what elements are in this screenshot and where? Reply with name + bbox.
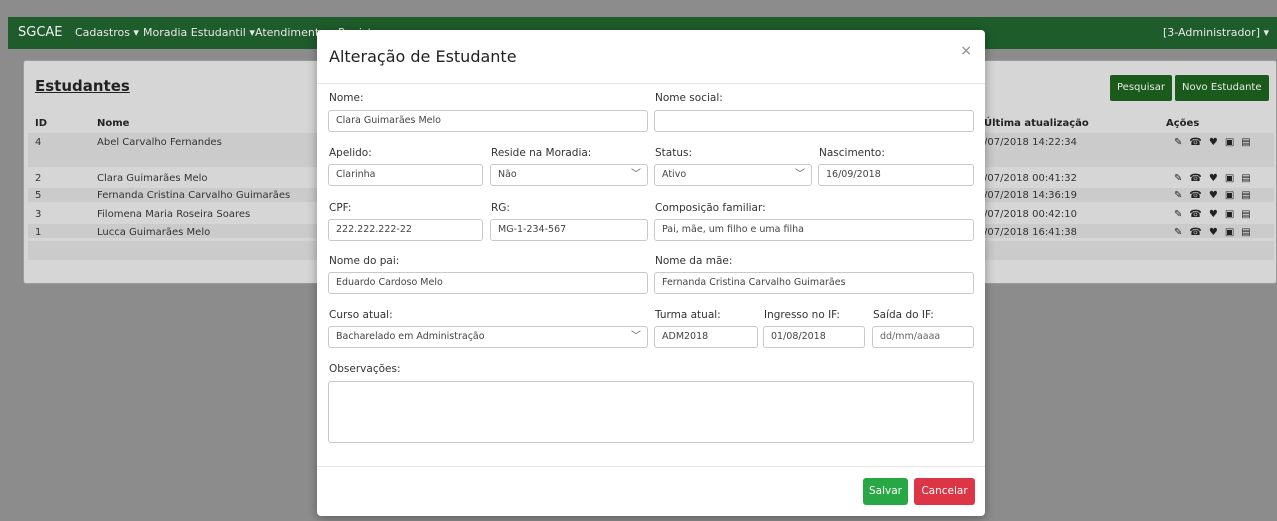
rg-field[interactable]: MG-1-234-567 [490, 219, 648, 241]
label-status: Status: [655, 147, 692, 159]
composicao-familiar-field[interactable]: Pai, mãe, um filho e uma filha [654, 219, 974, 241]
row-id: 4 [35, 137, 42, 148]
nome-social-field[interactable] [654, 110, 974, 132]
row-updated: /07/2018 16:41:38 [984, 227, 1078, 238]
heart-icon[interactable]: ♥ [1209, 227, 1225, 238]
label-curso-atual: Curso atual: [329, 309, 393, 321]
heart-icon[interactable]: ♥ [1209, 137, 1225, 148]
phone-icon[interactable]: ☎ [1189, 173, 1208, 184]
reside-moradia-select[interactable]: Não ﹀ [490, 164, 648, 186]
row-actions[interactable]: ✎☎♥▣▤ [1174, 190, 1258, 201]
edit-icon[interactable]: ✎ [1174, 190, 1189, 201]
modal-footer [317, 466, 985, 467]
cpf-field[interactable]: 222.222.222-22 [328, 219, 483, 241]
row-updated: /07/2018 00:42:10 [984, 209, 1078, 220]
row-id: 2 [35, 173, 42, 184]
saida-if-field[interactable]: dd/mm/aaaa [872, 326, 974, 348]
row-name: Lucca Guimarães Melo [97, 227, 211, 238]
user-menu[interactable]: [3-Administrador] ▾ [1163, 26, 1269, 39]
label-nome: Nome: [329, 92, 364, 104]
heart-icon[interactable]: ♥ [1209, 173, 1225, 184]
modal-header: Alteração de Estudante × [317, 30, 985, 84]
label-composicao-familiar: Composição familiar: [655, 202, 766, 214]
row-id: 3 [35, 209, 42, 220]
document-icon[interactable]: ▣ [1225, 190, 1241, 201]
label-nascimento: Nascimento: [819, 147, 885, 159]
heart-icon[interactable]: ♥ [1209, 209, 1225, 220]
observacoes-textarea[interactable] [328, 381, 974, 443]
id-card-icon[interactable]: ▤ [1241, 190, 1257, 201]
label-turma-atual: Turma atual: [655, 309, 721, 321]
id-card-icon[interactable]: ▤ [1241, 209, 1257, 220]
chevron-down-icon: ﹀ [631, 169, 641, 180]
document-icon[interactable]: ▣ [1225, 173, 1241, 184]
edit-icon[interactable]: ✎ [1174, 227, 1189, 238]
label-observacoes: Observações: [329, 363, 401, 375]
nome-pai-field[interactable]: Eduardo Cardoso Melo [328, 272, 648, 294]
column-header-id[interactable]: ID [35, 118, 47, 129]
id-card-icon[interactable]: ▤ [1241, 137, 1257, 148]
app-brand[interactable]: SGCAE [18, 25, 63, 40]
row-id: 5 [35, 190, 42, 201]
row-name: Filomena Maria Roseira Soares [97, 209, 251, 220]
row-actions[interactable]: ✎☎♥▣▤ [1174, 227, 1258, 238]
edit-icon[interactable]: ✎ [1174, 173, 1189, 184]
document-icon[interactable]: ▣ [1225, 137, 1241, 148]
label-saida-if: Saída do IF: [873, 309, 934, 321]
nascimento-field[interactable]: 16/09/2018 [818, 164, 974, 186]
save-button[interactable]: Salvar [863, 478, 908, 505]
phone-icon[interactable]: ☎ [1189, 137, 1208, 148]
nome-mae-field[interactable]: Fernanda Cristina Carvalho Guimarães [654, 272, 974, 294]
row-updated: /07/2018 14:22:34 [984, 137, 1078, 148]
turma-atual-field[interactable]: ADM2018 [654, 326, 758, 348]
edit-student-modal: Alteração de Estudante × Nome: Clara Gui… [317, 30, 985, 516]
chevron-down-icon: ﹀ [631, 331, 641, 342]
id-card-icon[interactable]: ▤ [1241, 227, 1257, 238]
id-card-icon[interactable]: ▤ [1241, 173, 1257, 184]
label-reside-moradia: Reside na Moradia: [491, 147, 592, 159]
close-icon[interactable]: × [960, 43, 972, 59]
document-icon[interactable]: ▣ [1225, 227, 1241, 238]
phone-icon[interactable]: ☎ [1189, 227, 1208, 238]
phone-icon[interactable]: ☎ [1189, 209, 1208, 220]
row-name: Abel Carvalho Fernandes [97, 137, 222, 148]
column-header-nome[interactable]: Nome [97, 118, 129, 129]
row-actions[interactable]: ✎☎♥▣▤ [1174, 137, 1258, 148]
phone-icon[interactable]: ☎ [1189, 190, 1208, 201]
row-actions[interactable]: ✎☎♥▣▤ [1174, 173, 1258, 184]
label-cpf: CPF: [329, 202, 352, 214]
label-nome-social: Nome social: [655, 92, 723, 104]
page-title: Estudantes [35, 77, 130, 95]
apelido-field[interactable]: Clarinha [328, 164, 483, 186]
label-ingresso-if: Ingresso no IF: [764, 309, 840, 321]
row-actions[interactable]: ✎☎♥▣▤ [1174, 209, 1258, 220]
heart-icon[interactable]: ♥ [1209, 190, 1225, 201]
row-id: 1 [35, 227, 42, 238]
menu-moradia-estudantil[interactable]: Moradia Estudantil ▾ [143, 26, 255, 39]
menu-cadastros[interactable]: Cadastros ▾ [75, 26, 139, 39]
row-updated: /07/2018 00:41:32 [984, 173, 1078, 184]
label-apelido: Apelido: [329, 147, 372, 159]
new-student-button[interactable]: Novo Estudante [1175, 75, 1269, 101]
modal-title: Alteração de Estudante [329, 47, 517, 66]
edit-icon[interactable]: ✎ [1174, 137, 1189, 148]
search-button[interactable]: Pesquisar [1110, 75, 1172, 101]
cancel-button[interactable]: Cancelar [914, 478, 975, 505]
label-nome-mae: Nome da mãe: [655, 255, 733, 267]
column-header-atualizacao[interactable]: Última atualização [984, 118, 1089, 129]
column-header-acoes: Ações [1166, 118, 1200, 129]
row-name: Fernanda Cristina Carvalho Guimarães [97, 190, 291, 201]
row-name: Clara Guimarães Melo [97, 173, 208, 184]
chevron-down-icon: ﹀ [795, 169, 805, 180]
status-select[interactable]: Ativo ﹀ [654, 164, 812, 186]
ingresso-if-field[interactable]: 01/08/2018 [763, 326, 865, 348]
document-icon[interactable]: ▣ [1225, 209, 1241, 220]
edit-icon[interactable]: ✎ [1174, 209, 1189, 220]
nome-field[interactable]: Clara Guimarães Melo [328, 110, 648, 132]
label-nome-pai: Nome do pai: [329, 255, 400, 267]
curso-atual-select[interactable]: Bacharelado em Administração ﹀ [328, 326, 648, 348]
row-updated: /07/2018 14:36:19 [984, 190, 1078, 201]
label-rg: RG: [491, 202, 510, 214]
